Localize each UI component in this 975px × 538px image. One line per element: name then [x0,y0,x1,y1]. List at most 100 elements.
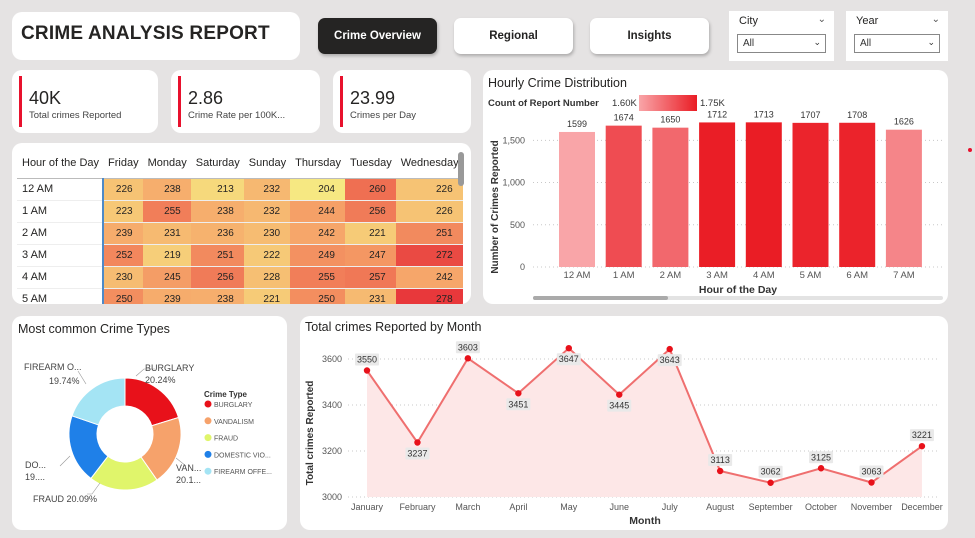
monthly-x-tick-label: August [706,502,735,512]
monthly-data-label: 3445 [609,401,629,411]
donut-slice [71,377,126,426]
donut-legend-label: DOMESTIC VIO... [214,452,271,459]
monthly-data-label: 3550 [357,355,377,365]
crime-types-card: Most common Crime Types BURGLARY 20.24% VA… [12,316,287,530]
hourly-x-tick-label: 1 AM [613,270,635,281]
matrix-cell: 257 [344,266,396,289]
matrix-cell: 239 [103,222,143,245]
hourly-data-label: 1707 [800,110,820,120]
city-dropdown[interactable]: All ⌄ [737,34,826,53]
monthly-data-point [666,345,673,353]
hourly-bar [792,122,829,267]
monthly-data-point [716,467,724,475]
matrix-cell: 213 [190,178,244,201]
matrix-cell: 238 [142,178,191,201]
hourly-legend-gradient [639,95,697,111]
matrix-cell: 226 [395,200,463,223]
year-slicer[interactable]: Year ⌄ All ⌄ [846,11,948,61]
hourly-x-tick-label: 7 AM [893,270,915,281]
monthly-x-tick-label: July [662,502,679,512]
monthly-x-tick-label: November [851,502,893,512]
donut-legend-marker [204,434,212,442]
matrix-header-row: Hour of the Day Friday Monday Saturday Sunda… [17,148,463,179]
matrix-cell: 232 [243,200,291,223]
red-dot-marker [968,148,972,152]
monthly-data-label: 3125 [811,452,831,462]
matrix-cell: 251 [190,244,244,267]
donut-slice-label: 19.... [25,472,45,482]
hourly-data-label: 1650 [660,115,680,125]
matrix-column-header[interactable]: Hour of the Day [17,148,104,179]
hour-day-matrix-card: Hour of the Day Friday Monday Saturday Sunda… [12,143,471,304]
monthly-y-tick-label: 3200 [322,446,342,456]
hourly-legend-title: Count of Report Number [488,98,599,109]
donut-legend-label: VANDALISM [214,419,254,426]
monthly-x-tick-label: May [560,502,578,512]
chevron-down-icon[interactable]: ⌄ [818,14,826,25]
hourly-y-tick-label: 1,500 [502,135,525,145]
nav-crime-overview-button[interactable]: Crime Overview [318,18,437,54]
matrix-row: 4 AM 230 245 256 228 255 257 242 [17,266,463,289]
matrix-cell: 244 [290,200,345,223]
hourly-scrollbar[interactable] [533,296,668,300]
monthly-x-axis-label: Month [629,515,661,527]
page-title: CRIME ANALYSIS REPORT [21,23,270,44]
matrix-row: 5 AM 250 239 238 221 250 231 278 [17,288,463,304]
kpi-accent-bar [19,76,22,127]
monthly-x-tick-label: September [749,502,793,512]
matrix-column-header[interactable]: Wednesday [395,148,463,179]
matrix-cell: 255 [290,266,345,289]
matrix-cell: 221 [243,288,291,304]
donut-legend-label: FIREARM OFFE... [214,469,272,476]
dropdown-arrow-icon[interactable]: ⌄ [927,37,935,48]
matrix-row-header: 5 AM [17,288,105,304]
matrix-cell: 228 [243,266,291,289]
matrix-column-header[interactable]: Friday [103,148,143,179]
matrix-cell: 245 [142,266,191,289]
kpi-accent-bar [340,76,343,127]
matrix-cell: 255 [142,200,191,223]
monthly-data-point [363,367,371,374]
hourly-legend-min: 1.60K [612,98,637,109]
matrix-cell: 251 [395,222,463,245]
hourly-data-label: 1599 [567,119,587,129]
matrix-cell: 250 [290,288,345,304]
matrix-cell: 223 [103,200,143,223]
matrix-column-header[interactable]: Thursday [290,148,345,179]
monthly-data-point [817,465,825,472]
matrix-cell: 232 [243,178,291,201]
hourly-y-axis-label: Number of Crimes Reported [490,140,501,273]
year-dropdown[interactable]: All ⌄ [854,34,940,53]
hourly-data-label: 1713 [754,109,774,119]
donut-legend-label: FRAUD [214,436,238,443]
matrix-cell: 272 [395,244,463,267]
monthly-x-tick-label: March [455,502,480,512]
monthly-chart-title: Total crimes Reported by Month [305,320,482,334]
matrix-column-header[interactable]: Sunday [243,148,291,179]
monthly-data-point [918,442,926,450]
hourly-x-axis-label: Hour of the Day [699,284,777,296]
kpi-crimes-per-day-card: 23.99 Crimes per Day [333,70,471,133]
matrix-cell: 230 [103,266,143,289]
hourly-data-label: 1712 [707,109,727,119]
nav-regional-button[interactable]: Regional [454,18,573,54]
matrix-scrollbar[interactable] [458,152,464,186]
matrix-column-header[interactable]: Saturday [190,148,244,179]
monthly-x-tick-label: February [399,502,436,512]
year-dropdown-value: All [860,38,872,49]
matrix-column-header[interactable]: Monday [142,148,191,179]
matrix-cell: 231 [344,288,396,304]
matrix-column-header[interactable]: Tuesday [344,148,396,179]
hourly-bar [605,125,642,267]
hourly-bar [839,122,876,267]
kpi-label: Total crimes Reported [29,110,122,121]
matrix-cell: 249 [290,244,345,267]
nav-insights-button[interactable]: Insights [590,18,709,54]
kpi-crime-rate-card: 2.86 Crime Rate per 100K... [171,70,320,133]
donut-slice-label: FRAUD 20.09% [33,494,97,504]
donut-leader-line [87,482,101,495]
city-slicer[interactable]: City ⌄ All ⌄ [729,11,834,61]
dropdown-arrow-icon[interactable]: ⌄ [813,37,821,48]
chevron-down-icon[interactable]: ⌄ [932,14,940,25]
matrix-row: 3 AM 252 219 251 222 249 247 272 [17,244,463,267]
